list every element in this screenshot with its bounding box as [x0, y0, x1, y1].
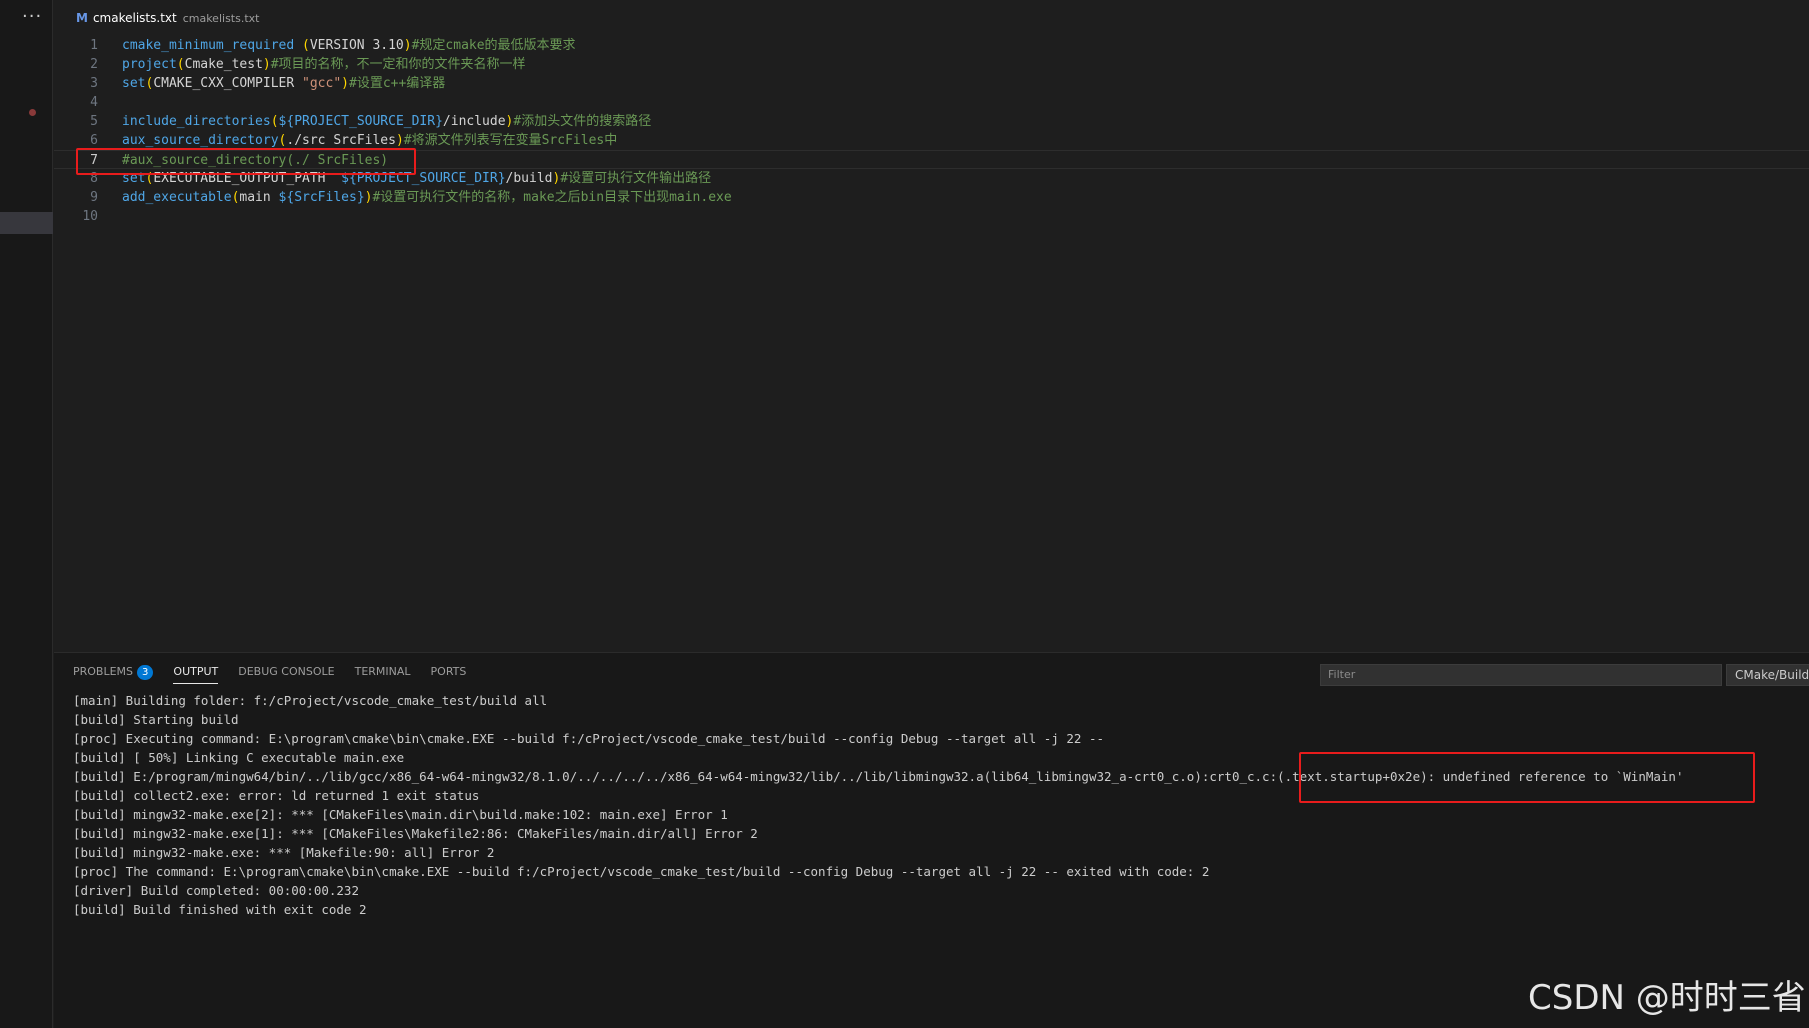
tab-filename: cmakelists.txt — [92, 11, 177, 25]
line-number: 2 — [90, 57, 98, 72]
tab-problems[interactable]: PROBLEMS 3 — [73, 665, 154, 685]
output-line: [main] Building folder: f:/cProject/vsco… — [73, 693, 548, 708]
code-token: #设置c++编译器 — [349, 76, 446, 91]
panel-tab-label: OUTPUT — [173, 665, 219, 678]
tab-terminal[interactable]: TERMINAL — [355, 665, 411, 683]
highlight-box-line7 — [76, 148, 416, 175]
panel-tab-label: DEBUG CONSOLE — [238, 665, 335, 678]
output-line: [driver] Build completed: 00:00:00.232 — [73, 883, 359, 898]
code-line[interactable]: 4 — [54, 93, 1809, 112]
code-token: #项目的名称，不一定和你的文件夹名称一样 — [270, 57, 526, 72]
output-line: [build] mingw32-make.exe: *** [Makefile:… — [73, 845, 495, 860]
code-token: #设置可执行文件输出路径 — [560, 171, 712, 186]
tab-ports[interactable]: PORTS — [431, 665, 467, 683]
line-number: 4 — [90, 95, 98, 110]
tab-cmakelists[interactable]: Mcmakelists.txt cmakelists.txt — [76, 11, 259, 25]
tab-output[interactable]: OUTPUT — [173, 665, 219, 684]
code-text: include_directories(${PROJECT_SOURCE_DIR… — [122, 112, 651, 131]
code-line[interactable]: 2 project(Cmake_test)#项目的名称，不一定和你的文件夹名称一样 — [54, 55, 1809, 74]
code-token: Cmake_test — [184, 57, 263, 72]
code-token: ( — [302, 38, 310, 53]
code-line[interactable]: 10 — [54, 207, 1809, 226]
code-token: ./src SrcFiles — [286, 133, 396, 148]
code-line[interactable]: 9 add_executable(main ${SrcFiles})#设置可执行文… — [54, 188, 1809, 207]
code-text: set(CMAKE_CXX_COMPILER "gcc")#设置c++编译器 — [122, 74, 445, 93]
code-line[interactable]: 1 cmake_minimum_required (VERSION 3.10)#规… — [54, 36, 1809, 55]
code-token: #规定cmake的最低版本要求 — [411, 38, 576, 53]
code-token: ${PROJECT_SOURCE_DIR} — [278, 114, 443, 129]
panel-tab-label: TERMINAL — [354, 665, 411, 678]
code-text: cmake_minimum_required (VERSION 3.10)#规定… — [122, 36, 576, 55]
code-token: cmake_minimum_required — [122, 38, 295, 53]
code-token: /build — [505, 171, 553, 186]
code-editor[interactable]: 1 cmake_minimum_required (VERSION 3.10)#规… — [54, 36, 1809, 651]
code-token: add_executable — [122, 190, 232, 205]
code-token: CMAKE_CXX_COMPILER — [153, 76, 303, 91]
watermark: CSDN @时时三省 — [1528, 978, 1806, 1018]
activity-bar: ··· — [0, 0, 53, 1028]
line-number: 9 — [90, 190, 98, 205]
problems-count-badge: 3 — [137, 665, 154, 680]
code-token: ) — [403, 38, 412, 53]
line-number: 3 — [90, 76, 98, 91]
code-line[interactable]: 3 set(CMAKE_CXX_COMPILER "gcc")#设置c++编译器 — [54, 74, 1809, 93]
code-token: ) — [341, 76, 349, 91]
output-line: [build] mingw32-make.exe[1]: *** [CMakeF… — [73, 826, 758, 841]
output-line: [proc] The command: E:\program\cmake\bin… — [73, 864, 1210, 879]
output-line: [proc] Executing command: E:\program\cma… — [73, 731, 1105, 746]
line-number: 1 — [90, 38, 98, 53]
output-channel-select[interactable]: CMake/Build — [1726, 664, 1809, 686]
code-token: #将源文件列表写在变量SrcFiles中 — [403, 133, 618, 148]
code-text: project(Cmake_test)#项目的名称，不一定和你的文件夹名称一样 — [122, 55, 526, 74]
code-token: set — [122, 76, 146, 91]
line-number: 10 — [82, 209, 98, 224]
editor-tab-bar: Mcmakelists.txt cmakelists.txt — [54, 0, 1809, 36]
cmake-file-icon: M — [76, 11, 88, 25]
output-log: [main] Building folder: f:/cProject/vsco… — [73, 691, 1809, 919]
panel-tabs: PROBLEMS 3 OUTPUT DEBUG CONSOLE TERMINAL PORT… — [73, 665, 486, 685]
output-filter-input[interactable]: Filter — [1320, 664, 1722, 686]
code-token: ( — [270, 114, 279, 129]
code-token: ${SrcFiles} — [278, 190, 365, 205]
selected-item-highlight — [0, 212, 53, 234]
code-token: /include — [442, 114, 506, 129]
code-line[interactable]: 5 include_directories(${PROJECT_SOURCE_DI… — [54, 112, 1809, 131]
code-token: ) — [262, 57, 271, 72]
code-token: ) — [395, 133, 404, 148]
panel-tab-label: PROBLEMS — [73, 665, 134, 678]
code-token: include_directories — [122, 114, 271, 129]
output-line: [build] Build finished with exit code 2 — [73, 902, 367, 917]
output-line: [build] mingw32-make.exe[2]: *** [CMakeF… — [73, 807, 728, 822]
more-actions-icon[interactable]: ··· — [22, 6, 42, 27]
code-token: #添加头文件的搜索路径 — [513, 114, 652, 129]
code-token: "gcc" — [302, 76, 342, 91]
breakpoint-dot — [29, 109, 36, 116]
code-token: aux_source_directory — [122, 133, 279, 148]
code-token: #设置可执行文件的名称，make之后bin目录下出现main.exe — [372, 190, 732, 205]
code-token: project — [122, 57, 177, 72]
tab-debug-console[interactable]: DEBUG CONSOLE — [238, 665, 334, 683]
code-token: ( — [176, 57, 185, 72]
output-line: [build] Starting build — [73, 712, 239, 727]
code-token: VERSION 3.10 — [309, 38, 404, 53]
code-token: main — [239, 190, 279, 205]
line-number: 5 — [90, 114, 98, 129]
highlight-box-error — [1299, 752, 1755, 803]
tab-path: cmakelists.txt — [182, 12, 260, 25]
code-text: add_executable(main ${SrcFiles})#设置可执行文件… — [122, 188, 732, 207]
panel-tab-label: PORTS — [430, 665, 467, 678]
